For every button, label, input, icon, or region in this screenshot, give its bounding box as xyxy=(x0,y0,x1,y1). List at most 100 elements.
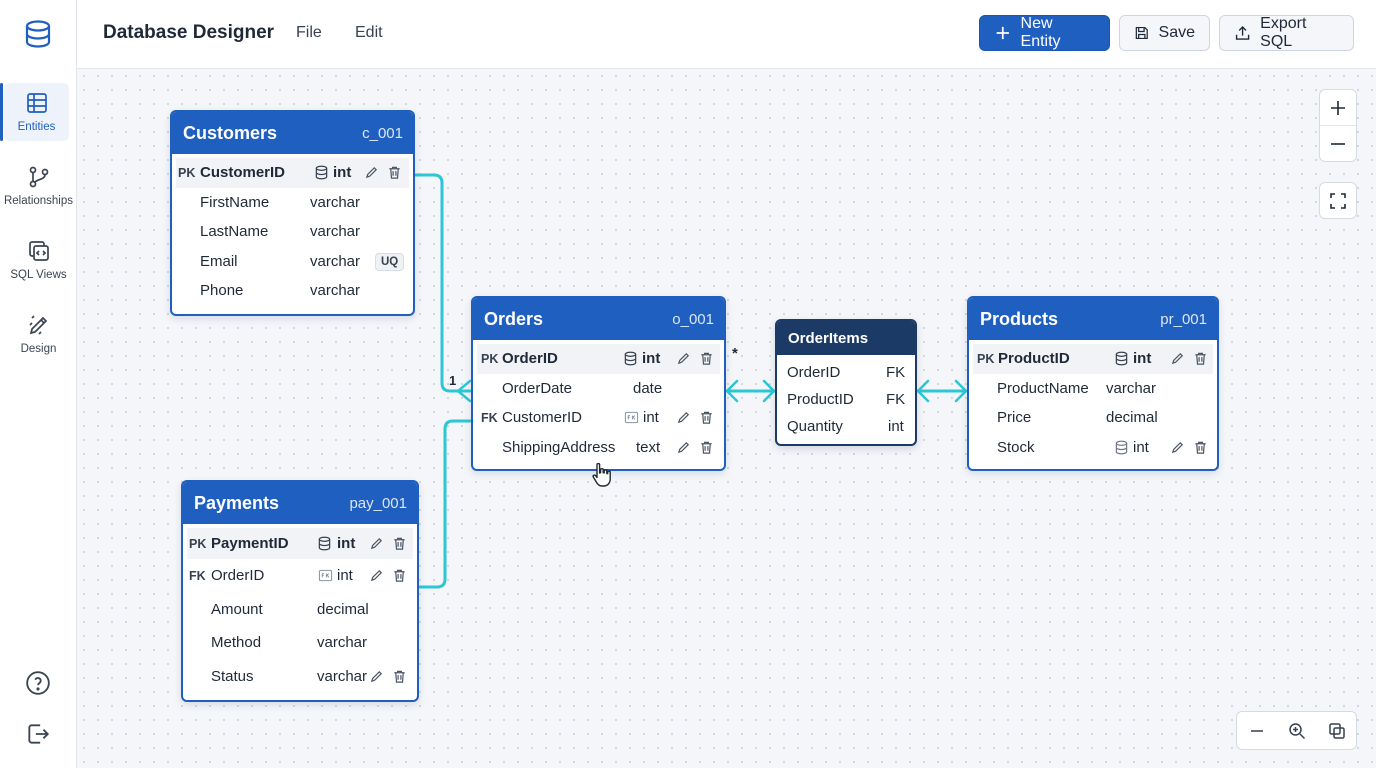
entity-header[interactable]: Products pr_001 xyxy=(969,298,1217,340)
logout-icon[interactable] xyxy=(25,721,51,747)
entity-header[interactable]: OrderItems xyxy=(777,321,915,355)
field-row[interactable]: LastName varchar xyxy=(172,217,413,247)
trash-icon[interactable] xyxy=(392,568,407,583)
zoom-out-button[interactable] xyxy=(1320,126,1356,161)
entity-orderitems[interactable]: OrderItems OrderID FK ProductID FK Quant… xyxy=(775,319,917,446)
edit-icon[interactable] xyxy=(1170,351,1185,366)
entity-header[interactable]: Payments pay_001 xyxy=(183,482,417,524)
database-type-icon xyxy=(624,351,637,366)
field-row[interactable]: Price decimal xyxy=(969,403,1217,433)
database-logo-icon[interactable] xyxy=(22,18,54,50)
field-row[interactable]: PK OrderID int xyxy=(477,344,720,374)
save-icon xyxy=(1135,26,1148,40)
field-row[interactable]: Method varchar xyxy=(183,626,417,660)
edit-icon[interactable] xyxy=(369,568,384,583)
field-type: varchar xyxy=(310,282,361,300)
edit-icon[interactable] xyxy=(369,669,384,684)
field-row[interactable]: PK ProductID int xyxy=(973,344,1213,374)
field-row[interactable]: Amount decimal xyxy=(183,593,417,627)
trash-icon[interactable] xyxy=(699,410,714,425)
menu-edit[interactable]: Edit xyxy=(355,24,383,42)
field-row[interactable]: Stock int xyxy=(969,433,1217,463)
field-name: Email xyxy=(200,252,238,270)
field-type: date xyxy=(633,379,663,397)
save-button[interactable]: Save xyxy=(1119,15,1210,51)
fk-marker: FK xyxy=(481,410,498,425)
sidebar-item-entities[interactable]: Entities xyxy=(0,83,69,141)
entity-payments[interactable]: Payments pay_001 PK PaymentID int FK Ord… xyxy=(181,480,419,702)
trash-icon[interactable] xyxy=(699,351,714,366)
edit-icon[interactable] xyxy=(676,410,691,425)
trash-icon[interactable] xyxy=(387,165,402,180)
edit-icon[interactable] xyxy=(676,351,691,366)
zoom-in-icon xyxy=(1289,723,1306,740)
sidebar-item-relationships[interactable]: Relationships xyxy=(0,157,77,215)
field-row[interactable]: FirstName varchar xyxy=(172,188,413,218)
field-row[interactable]: ProductID FK xyxy=(777,386,915,413)
field-name: Quantity xyxy=(787,418,843,435)
entity-header[interactable]: Orders o_001 xyxy=(473,298,724,340)
sidebar-item-label: Entities xyxy=(17,121,56,133)
zoom-controls xyxy=(1319,89,1357,162)
edit-icon[interactable] xyxy=(676,440,691,455)
plus-icon xyxy=(1331,100,1345,115)
help-icon[interactable] xyxy=(25,670,51,696)
entity-orders[interactable]: Orders o_001 PK OrderID int OrderDate da… xyxy=(471,296,726,471)
sidebar-item-design[interactable]: Design xyxy=(0,305,77,363)
field-name: ShippingAddress xyxy=(502,438,616,456)
zoom-in-button[interactable] xyxy=(1320,90,1356,126)
field-row[interactable]: Status varchar xyxy=(183,660,417,694)
field-name: OrderDate xyxy=(502,379,573,397)
pk-marker: PK xyxy=(481,351,499,366)
edit-icon[interactable] xyxy=(364,165,379,180)
trash-icon[interactable] xyxy=(1193,351,1208,366)
sidebar: Entities Relationships SQL Views Design xyxy=(0,0,77,768)
trash-icon[interactable] xyxy=(392,536,407,551)
field-row[interactable]: OrderDate date xyxy=(473,374,724,404)
fullscreen-button[interactable] xyxy=(1320,183,1356,218)
zoom-out-small-button[interactable] xyxy=(1239,714,1275,748)
entity-customers[interactable]: Customers c_001 PK CustomerID int FirstN… xyxy=(170,110,415,316)
field-name: Method xyxy=(211,634,262,652)
edit-icon[interactable] xyxy=(1170,440,1185,455)
fk-marker: FK xyxy=(189,568,206,583)
pen-ruler-icon xyxy=(28,315,47,335)
entity-name: OrderItems xyxy=(788,329,869,347)
zoom-magnifier-button[interactable] xyxy=(1279,714,1315,748)
field-row[interactable]: ShippingAddress text xyxy=(473,433,724,463)
diagram-canvas[interactable]: 1 * Customers c_001 PK CustomerID int Fi… xyxy=(77,69,1376,768)
trash-icon[interactable] xyxy=(699,440,714,455)
field-row[interactable]: PK CustomerID int xyxy=(176,158,409,188)
field-type: varchar xyxy=(317,634,368,652)
fit-view-group xyxy=(1319,182,1357,219)
field-name: OrderID xyxy=(211,567,265,585)
topbar: Database Designer File Edit New Entity S… xyxy=(77,0,1376,69)
export-sql-button[interactable]: Export SQL xyxy=(1219,15,1354,51)
sidebar-item-sql-views[interactable]: SQL Views xyxy=(0,231,77,289)
pk-marker: PK xyxy=(189,536,207,551)
field-type: int xyxy=(643,409,659,427)
menu-file[interactable]: File xyxy=(296,24,322,42)
field-row[interactable]: OrderID FK xyxy=(777,359,915,386)
field-row[interactable]: Quantity int xyxy=(777,413,915,440)
field-row[interactable]: PK PaymentID int xyxy=(187,528,413,559)
edit-icon[interactable] xyxy=(369,536,384,551)
field-row[interactable]: FK OrderID int xyxy=(183,559,417,593)
field-name: Stock xyxy=(997,438,1035,456)
database-type-icon xyxy=(1115,440,1128,454)
entity-products[interactable]: Products pr_001 PK ProductID int Product… xyxy=(967,296,1219,471)
new-entity-button[interactable]: New Entity xyxy=(979,15,1110,51)
field-name: Amount xyxy=(211,600,263,618)
field-row[interactable]: ProductName varchar xyxy=(969,374,1217,404)
trash-icon[interactable] xyxy=(1193,440,1208,455)
trash-icon[interactable] xyxy=(392,669,407,684)
field-row[interactable]: Email varchar UQ xyxy=(172,247,413,277)
entity-header[interactable]: Customers c_001 xyxy=(172,112,413,154)
sidebar-item-label: Design xyxy=(20,343,57,355)
cardinality-many: * xyxy=(732,345,738,362)
field-type: decimal xyxy=(317,600,369,618)
field-name: PaymentID xyxy=(211,535,289,552)
field-row[interactable]: FK CustomerID int xyxy=(473,403,724,433)
field-row[interactable]: Phone varchar xyxy=(172,276,413,306)
fit-to-screen-button[interactable] xyxy=(1319,714,1355,748)
